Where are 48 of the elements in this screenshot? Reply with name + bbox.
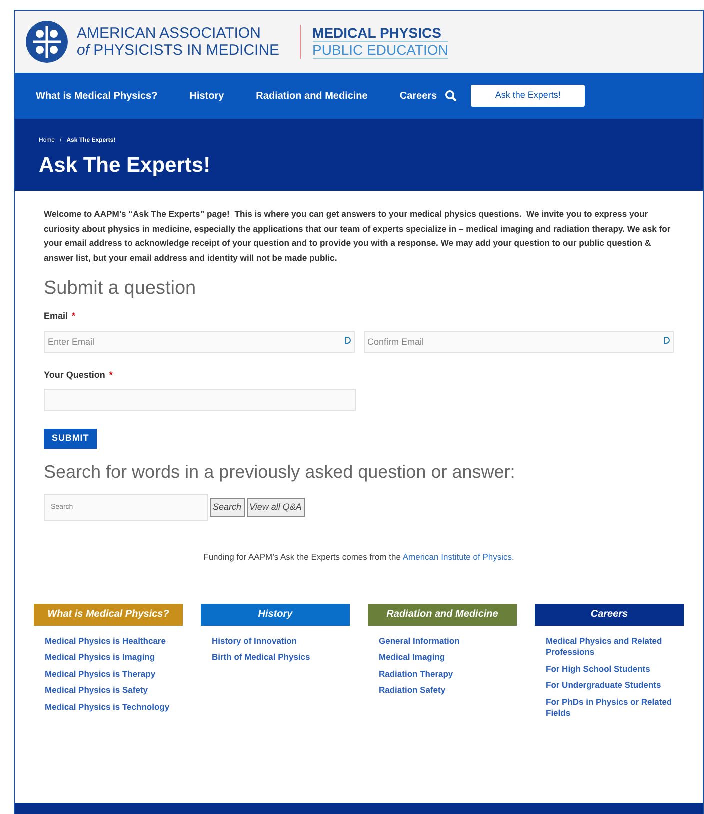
footer-link[interactable]: General Information bbox=[379, 636, 506, 647]
footer-link[interactable]: Medical Physics is Healthcare bbox=[45, 636, 172, 647]
footer-link[interactable]: Radiation Safety bbox=[379, 685, 506, 696]
search-icon[interactable] bbox=[445, 90, 458, 102]
nav-link[interactable]: History bbox=[190, 88, 224, 104]
footer-link[interactable]: Medical Physics is Imaging bbox=[45, 652, 172, 664]
footer-link[interactable]: History of Innovation bbox=[212, 636, 339, 647]
site-name: PUBLIC EDUCATION bbox=[312, 42, 448, 59]
nav-link[interactable]: What is Medical Physics? bbox=[36, 88, 158, 104]
footer-heading: What is Medical Physics? bbox=[34, 604, 183, 626]
footer-heading: History bbox=[201, 604, 350, 626]
field-label: Your Question bbox=[44, 369, 106, 382]
funding-note: Funding for AAPM’s Ask the Experts comes from the American Institute of Physics. bbox=[202, 550, 516, 564]
org-name: of PHYSICISTS IN MEDICINE bbox=[77, 42, 280, 59]
search-button[interactable]: Search bbox=[210, 498, 245, 517]
funding-link[interactable]: American Institute of Physics bbox=[402, 552, 512, 562]
nav-link[interactable]: Careers bbox=[400, 88, 438, 104]
site-name: MEDICAL PHYSICS bbox=[312, 25, 448, 42]
footer-link[interactable]: Medical Physics is Therapy bbox=[45, 668, 172, 680]
footer-link[interactable]: Medical Imaging bbox=[379, 652, 506, 664]
autofill-icon bbox=[344, 337, 350, 344]
question-field[interactable] bbox=[44, 388, 356, 410]
footer-link[interactable]: Birth of Medical Physics bbox=[212, 652, 339, 664]
org-name: AMERICAN ASSOCIATION bbox=[77, 25, 262, 42]
view-all-button[interactable]: View all Q&A bbox=[246, 498, 305, 517]
footer-link[interactable]: Medical Physics and Related Professions bbox=[546, 636, 673, 658]
footer-link[interactable]: For PhDs in Physics or Related Fields bbox=[546, 696, 673, 720]
search-heading: Search for words in a previously asked question or answer: bbox=[44, 460, 516, 484]
submit-button[interactable]: SUBMIT bbox=[44, 428, 98, 448]
autofill-icon bbox=[664, 337, 670, 344]
email-field[interactable]: Enter Email bbox=[44, 331, 354, 353]
required-mark: * bbox=[72, 310, 76, 322]
email-field[interactable]: Confirm Email bbox=[364, 331, 674, 353]
form-heading: Submit a question bbox=[44, 277, 198, 301]
footer-link[interactable]: For Undergraduate Students bbox=[546, 680, 673, 692]
intro-paragraph: Welcome to AAPM’s “Ask The Experts” page! This is where you can get answers to your medical physics questions. We invite you to express your curiosity about physics in medicine, especially the applications that our team of experts specialize in – medical imaging and radiation therapy. We ask for your email address to acknowledge receipt of your question and to provide you with a response. We may add your question to our public question & answer list, but your email address and identity will not be made public. bbox=[44, 208, 672, 265]
footer-heading: Careers bbox=[535, 604, 684, 626]
footer-heading: Radiation and Medicine bbox=[368, 604, 517, 626]
ask-experts-button[interactable]: Ask the Experts! bbox=[471, 85, 586, 107]
footer-link[interactable]: Medical Physics is Technology bbox=[45, 702, 172, 713]
nav-link[interactable]: Radiation and Medicine bbox=[256, 88, 368, 104]
footer-link[interactable]: For High School Students bbox=[546, 664, 673, 675]
footer-link[interactable]: Radiation Therapy bbox=[379, 668, 506, 680]
field-label: Email bbox=[44, 310, 68, 322]
footer-link[interactable]: Medical Physics is Safety bbox=[45, 685, 172, 696]
page-title: Ask The Experts! bbox=[39, 153, 212, 179]
logo-icon bbox=[25, 20, 69, 64]
required-mark: * bbox=[109, 369, 113, 382]
